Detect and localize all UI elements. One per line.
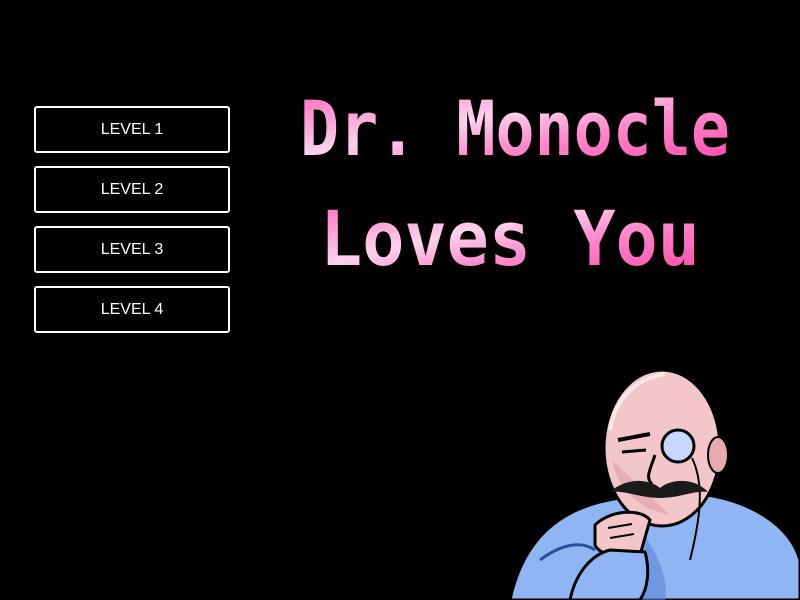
title-line-2: Loves You — [320, 194, 700, 283]
level-select-menu: LEVEL 1 LEVEL 2 LEVEL 3 LEVEL 4 — [34, 106, 230, 333]
title-line-1: Dr. Monocle — [300, 84, 730, 173]
level-3-button[interactable]: LEVEL 3 — [34, 226, 230, 273]
level-1-button[interactable]: LEVEL 1 — [34, 106, 230, 153]
level-2-button[interactable]: LEVEL 2 — [34, 166, 230, 213]
game-title: Dr. Monocle Loves You — [300, 84, 730, 283]
dr-monocle-portrait-icon — [508, 368, 800, 600]
level-4-button[interactable]: LEVEL 4 — [34, 286, 230, 333]
main-menu-screen: LEVEL 1 LEVEL 2 LEVEL 3 LEVEL 4 Dr. Mono… — [0, 0, 800, 600]
